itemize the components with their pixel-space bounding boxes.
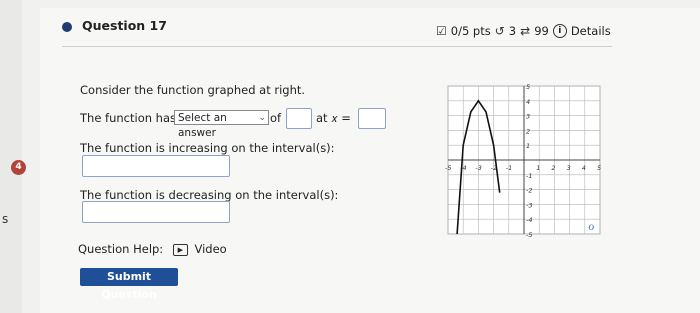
submit-question-button[interactable]: Submit Question (80, 268, 178, 301)
question-title: Question 17 (82, 18, 167, 33)
x-value-input[interactable] (358, 108, 386, 129)
x-tick-label: 3 (567, 164, 571, 172)
increasing-label: The function is increasing on the interv… (80, 141, 335, 155)
graph-annotation: ℴ (588, 218, 594, 234)
function-graph: -5 -4 -3 -2 -1 1 2 3 4 554321-1-2-3-4-5 ℴ (445, 83, 601, 239)
points-text: 0/5 pts (450, 24, 491, 38)
prompt-text: Consider the function graphed at right. (80, 83, 306, 97)
retry-icon: ↺ (494, 24, 505, 38)
y-tick-label: 2 (526, 127, 530, 135)
question-number-badge[interactable]: 4 (11, 160, 26, 175)
y-tick-label: -2 (526, 187, 532, 195)
y-tick-label: 5 (526, 83, 530, 91)
x-tick-label: 2 (551, 164, 555, 172)
left-margin (0, 0, 22, 313)
info-icon[interactable]: i (552, 24, 567, 38)
details-link[interactable]: Details (571, 24, 611, 38)
x-tick-label: 1 (536, 164, 540, 172)
x-tick-label: -5 (445, 164, 451, 172)
y-tick-label: -4 (526, 216, 532, 224)
x-tick-label: 4 (582, 164, 586, 172)
has-a-label: The function has a (80, 111, 187, 125)
retry-count: 3 (508, 24, 517, 38)
y-tick-label: 1 (526, 142, 530, 150)
edge-letter: s (2, 212, 9, 226)
decreasing-interval-input[interactable] (82, 201, 230, 223)
attempts-icon: ⇄ (520, 24, 531, 38)
x-tick-label: -3 (475, 164, 481, 172)
y-tick-label: 4 (526, 98, 530, 106)
extremum-type-select[interactable]: Select an answer ⌄ (174, 110, 269, 139)
at-x-label: at 𝑥 = (316, 111, 351, 125)
y-tick-label: -3 (526, 201, 532, 209)
score-checkbox-icon: ☑ (436, 24, 447, 38)
y-tick-label: -1 (526, 172, 532, 180)
of-label: of (270, 111, 282, 125)
x-tick-label: -1 (506, 164, 512, 172)
video-link[interactable]: Video (195, 242, 227, 256)
question-status: ☑ 0/5 pts ↺ 3 ⇄ 99 i Details (436, 24, 611, 38)
attempts-count: 99 (534, 24, 549, 38)
x-tick-label: 5 (597, 164, 601, 172)
header-divider (62, 46, 612, 47)
question-bullet-icon (62, 22, 72, 32)
question-help: Question Help: ▶ Video (78, 242, 227, 256)
decreasing-label: The function is decreasing on the interv… (80, 188, 339, 202)
value-input[interactable] (286, 108, 312, 129)
chevron-down-icon: ⌄ (258, 113, 266, 123)
y-tick-label: 3 (526, 113, 530, 121)
video-play-icon[interactable]: ▶ (172, 243, 188, 256)
question-help-label: Question Help: (78, 242, 164, 256)
increasing-interval-input[interactable] (82, 155, 230, 177)
y-tick-label: -5 (526, 231, 532, 239)
